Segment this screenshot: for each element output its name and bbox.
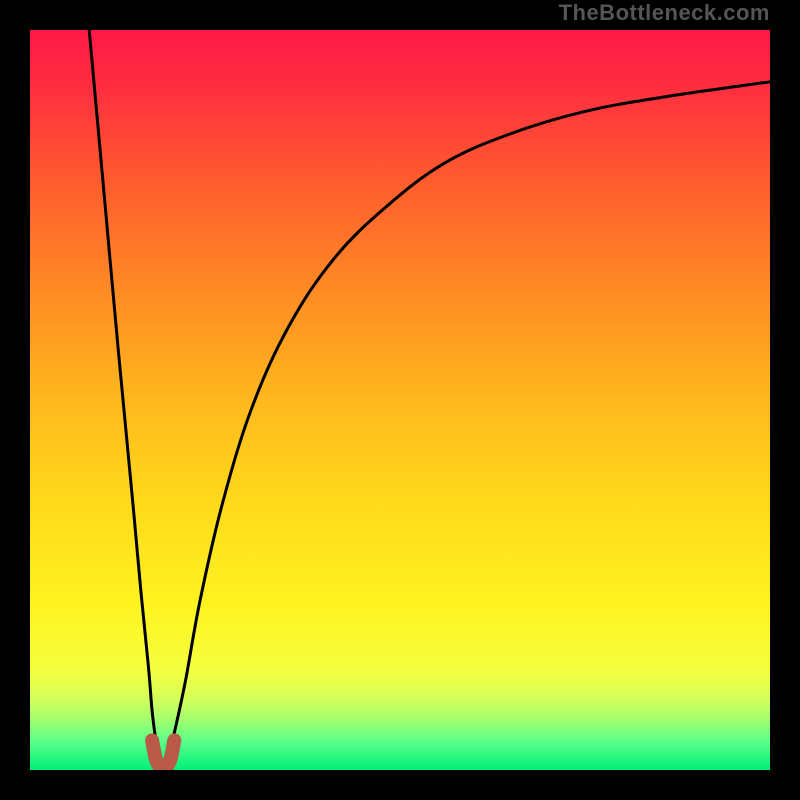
gradient-background <box>30 30 770 770</box>
chart-frame: TheBottleneck.com <box>0 0 800 800</box>
watermark-text: TheBottleneck.com <box>559 0 770 26</box>
chart-svg <box>30 30 770 770</box>
plot-area <box>30 30 770 770</box>
